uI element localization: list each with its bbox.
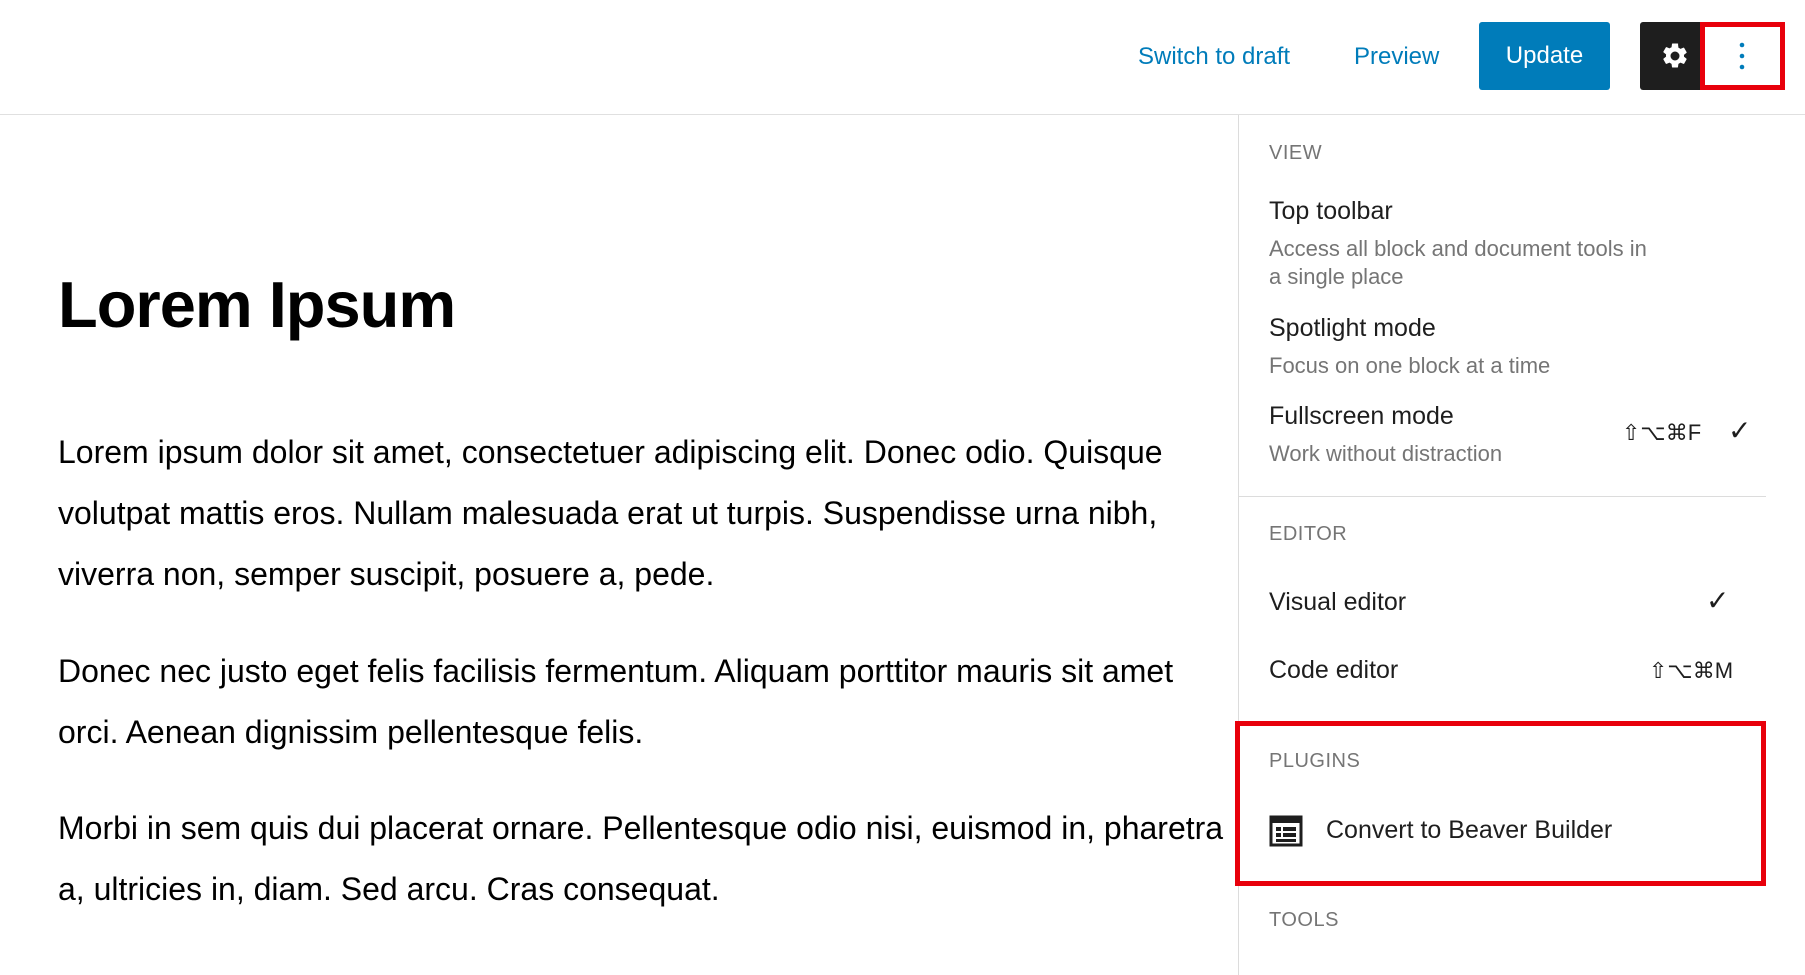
editor-group-label: EDITOR: [1269, 523, 1348, 545]
options-menu: VIEW Top toolbar Access all block and do…: [1238, 115, 1805, 975]
menu-item-title: Code editor: [1269, 656, 1399, 684]
menu-item-fullscreen-mode[interactable]: Fullscreen mode Work without distraction…: [1239, 402, 1776, 474]
gear-icon: [1663, 43, 1687, 68]
keyboard-shortcut: ⇧⌥⌘F: [1622, 420, 1702, 445]
editor-page: Switch to draft Preview Update Lorem Ips…: [0, 0, 1805, 975]
paragraph-block[interactable]: Lorem ipsum dolor sit amet, consectetuer…: [58, 422, 1238, 605]
menu-item-visual-editor[interactable]: Visual editor ✓: [1239, 585, 1776, 628]
paragraph-block[interactable]: Donec nec justo eget felis facilisis fer…: [58, 641, 1238, 763]
menu-item-code-editor[interactable]: Code editor ⇧⌥⌘M: [1239, 656, 1776, 696]
switch-to-draft-button[interactable]: Switch to draft: [1138, 34, 1290, 80]
menu-item-title: Spotlight mode: [1269, 314, 1436, 342]
view-group-label: VIEW: [1269, 142, 1323, 164]
menu-item-description: Focus on one block at a time: [1269, 353, 1551, 378]
keyboard-shortcut: ⇧⌥⌘M: [1649, 658, 1734, 683]
checkmark-icon: ✓: [1706, 585, 1730, 616]
menu-item-title: Fullscreen mode: [1269, 402, 1454, 430]
more-options-button[interactable]: [1700, 22, 1784, 90]
paragraph-block[interactable]: Morbi in sem quis dui placerat ornare. P…: [58, 798, 1238, 920]
preview-button[interactable]: Preview: [1354, 34, 1439, 80]
menu-item-title: Visual editor: [1269, 588, 1407, 616]
menu-item-title: Convert to Beaver Builder: [1326, 816, 1613, 844]
menu-item-top-toolbar[interactable]: Top toolbar Access all block and documen…: [1239, 197, 1776, 297]
editor-header: Switch to draft Preview Update: [0, 0, 1805, 115]
tools-group-label: TOOLS: [1269, 909, 1339, 931]
plugins-group-label: PLUGINS: [1269, 750, 1361, 772]
vertical-ellipsis-icon: [1739, 42, 1745, 70]
table-layout-icon: [1269, 815, 1303, 852]
menu-item-convert-to-beaver-builder[interactable]: Convert to Beaver Builder: [1239, 815, 1776, 859]
menu-item-description: Access all block and document tools in a…: [1269, 236, 1647, 289]
menu-divider: [1239, 496, 1766, 497]
post-title[interactable]: Lorem Ipsum: [58, 265, 456, 345]
checkmark-icon: ✓: [1728, 415, 1752, 446]
menu-item-description: Work without distraction: [1269, 441, 1503, 466]
menu-item-spotlight-mode[interactable]: Spotlight mode Focus on one block at a t…: [1239, 314, 1776, 386]
update-button[interactable]: Update: [1479, 22, 1610, 90]
menu-item-title: Top toolbar: [1269, 197, 1393, 225]
